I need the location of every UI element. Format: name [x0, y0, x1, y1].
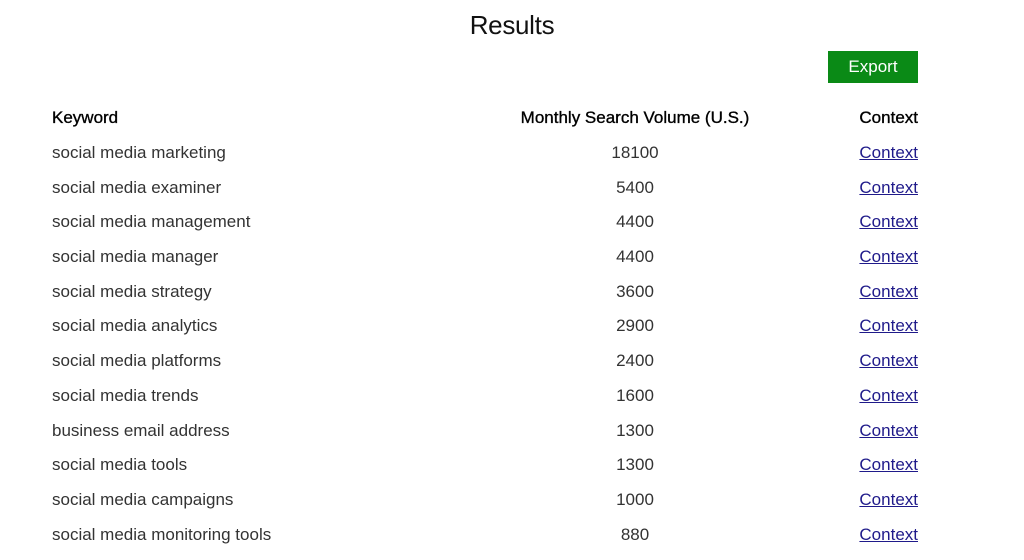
keyword-cell: social media manager	[52, 247, 219, 267]
table-row: social media analytics 2900 Context	[52, 309, 918, 344]
context-link[interactable]: Context	[859, 455, 918, 474]
volume-cell: 1300	[616, 420, 654, 440]
keyword-cell: social media strategy	[52, 281, 212, 301]
context-link[interactable]: Context	[859, 525, 918, 544]
results-table: Keyword Monthly Search Volume (U.S.) Con…	[52, 101, 918, 552]
volume-cell: 880	[620, 524, 650, 544]
volume-column-header: Monthly Search Volume (U.S.)	[520, 108, 750, 128]
page-title: Results	[469, 10, 555, 40]
table-row: social media manager 4400 Context	[52, 240, 918, 275]
keyword-cell: social media management	[52, 212, 251, 232]
context-link[interactable]: Context	[859, 282, 918, 301]
volume-cell: 18100	[611, 143, 659, 163]
volume-cell: 1600	[616, 385, 654, 405]
context-link[interactable]: Context	[859, 143, 918, 162]
context-link[interactable]: Context	[859, 351, 918, 370]
keyword-cell: social media monitoring tools	[52, 524, 272, 544]
keyword-cell: social media platforms	[52, 351, 222, 371]
context-link[interactable]: Context	[859, 386, 918, 405]
context-column-header: Context	[859, 108, 918, 128]
context-link[interactable]: Context	[859, 212, 918, 231]
volume-cell: 5400	[616, 177, 654, 197]
context-link[interactable]: Context	[859, 421, 918, 440]
table-row: social media tools 1300 Context	[52, 448, 918, 483]
table-row: business email address 1300 Context	[52, 413, 918, 448]
keyword-cell: social media trends	[52, 385, 199, 405]
keyword-cell: social media analytics	[52, 316, 218, 336]
volume-cell: 3600	[616, 281, 654, 301]
context-link[interactable]: Context	[859, 490, 918, 509]
keyword-column-header: Keyword	[52, 108, 119, 128]
results-body: social media marketing 18100 Context soc…	[52, 136, 918, 552]
table-row: social media platforms 2400 Context	[52, 344, 918, 379]
keyword-cell: social media examiner	[52, 177, 222, 197]
keyword-cell: business email address	[52, 420, 230, 440]
export-button[interactable]: Export	[828, 51, 918, 83]
volume-cell: 2400	[616, 351, 654, 371]
volume-cell: 4400	[616, 212, 654, 232]
volume-cell: 4400	[616, 247, 654, 267]
table-row: social media management 4400 Context	[52, 205, 918, 240]
volume-cell: 1000	[616, 489, 654, 509]
keyword-cell: social media marketing	[52, 143, 226, 163]
keyword-cell: social media tools	[52, 455, 188, 475]
table-row: social media marketing 18100 Context	[52, 136, 918, 171]
table-row: social media campaigns 1000 Context	[52, 483, 918, 518]
table-row: social media strategy 3600 Context	[52, 274, 918, 309]
keyword-cell: social media campaigns	[52, 489, 234, 509]
volume-cell: 1300	[616, 455, 654, 475]
context-link[interactable]: Context	[859, 247, 918, 266]
table-header-row: Keyword Monthly Search Volume (U.S.) Con…	[52, 101, 918, 136]
table-row: social media examiner 5400 Context	[52, 170, 918, 205]
volume-cell: 2900	[616, 316, 654, 336]
table-row: social media monitoring tools 880 Contex…	[52, 517, 918, 552]
context-link[interactable]: Context	[859, 316, 918, 335]
table-row: social media trends 1600 Context	[52, 379, 918, 414]
context-link[interactable]: Context	[859, 178, 918, 197]
